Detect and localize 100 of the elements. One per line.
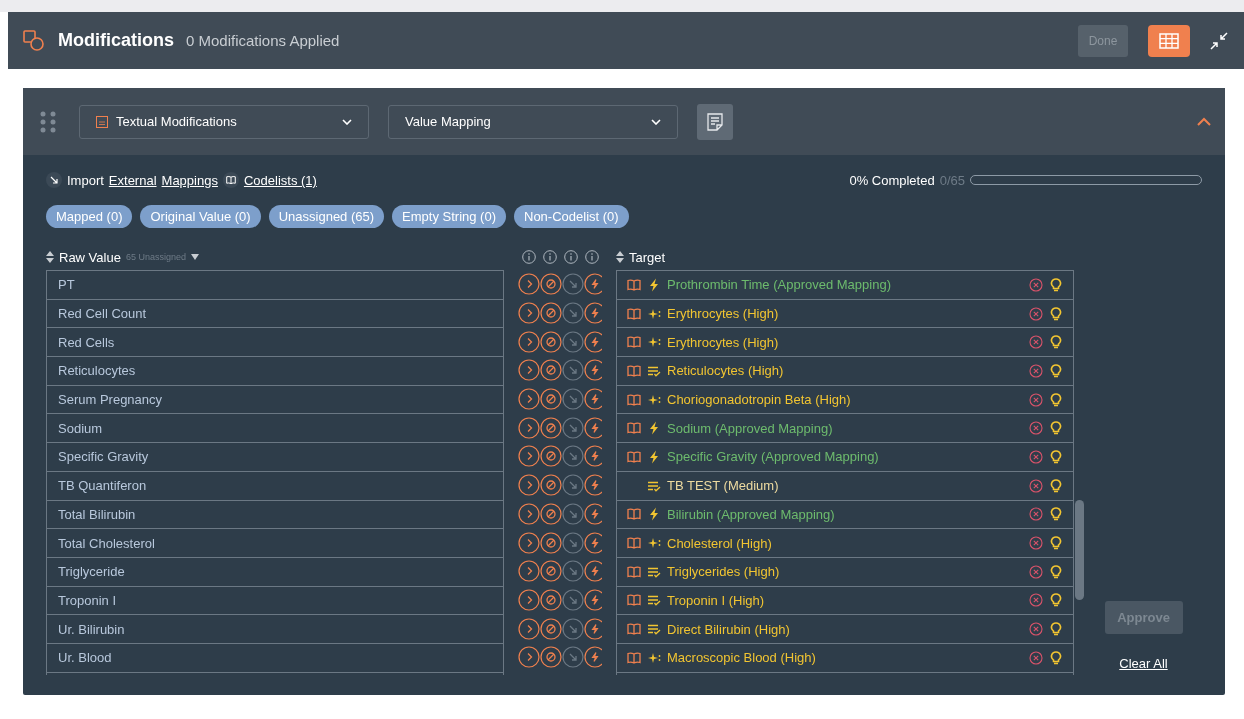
remove-icon[interactable] bbox=[1029, 622, 1043, 637]
drag-handle-icon[interactable] bbox=[40, 110, 56, 133]
bolt-action-button[interactable] bbox=[584, 502, 602, 525]
target-value[interactable]: Troponin I (High) bbox=[667, 592, 1023, 608]
lightbulb-icon[interactable] bbox=[1049, 335, 1063, 350]
next-action-button[interactable] bbox=[518, 617, 540, 640]
modification-type-dropdown[interactable]: Textual Modifications bbox=[79, 104, 369, 139]
empty-action-button[interactable] bbox=[540, 588, 562, 611]
next-action-button[interactable] bbox=[518, 646, 540, 669]
bolt-action-button[interactable] bbox=[584, 302, 602, 325]
remove-icon[interactable] bbox=[1029, 306, 1043, 321]
empty-action-button[interactable] bbox=[540, 302, 562, 325]
lightbulb-icon[interactable] bbox=[1049, 449, 1063, 464]
remove-icon[interactable] bbox=[1029, 478, 1043, 493]
bolt-action-button[interactable] bbox=[584, 588, 602, 611]
empty-action-button[interactable] bbox=[540, 474, 562, 497]
dropdown-icon[interactable] bbox=[190, 254, 199, 260]
bolt-action-button[interactable] bbox=[584, 617, 602, 640]
empty-action-button[interactable] bbox=[540, 388, 562, 411]
bolt-action-button[interactable] bbox=[584, 388, 602, 411]
lightbulb-icon[interactable] bbox=[1049, 650, 1063, 665]
bolt-action-button[interactable] bbox=[584, 445, 602, 468]
lightbulb-icon[interactable] bbox=[1049, 306, 1063, 321]
lightbulb-icon[interactable] bbox=[1049, 277, 1063, 292]
sort-icon[interactable] bbox=[46, 251, 54, 263]
target-value[interactable]: Choriogonadotropin Beta (High) bbox=[667, 392, 1023, 408]
next-action-button[interactable] bbox=[518, 359, 540, 382]
next-action-button[interactable] bbox=[518, 273, 540, 296]
remove-icon[interactable] bbox=[1029, 507, 1043, 522]
lightbulb-icon[interactable] bbox=[1049, 593, 1063, 608]
next-action-button[interactable] bbox=[518, 330, 540, 353]
target-value[interactable]: Direct Bilirubin (High) bbox=[667, 621, 1023, 637]
lightbulb-icon[interactable] bbox=[1049, 507, 1063, 522]
next-action-button[interactable] bbox=[518, 445, 540, 468]
scrollbar-thumb[interactable] bbox=[1075, 500, 1084, 600]
target-value[interactable]: Specific Gravity (Approved Mapping) bbox=[667, 449, 1023, 465]
target-value[interactable]: Erythrocytes (High) bbox=[667, 334, 1023, 350]
bolt-action-button[interactable] bbox=[584, 531, 602, 554]
remove-icon[interactable] bbox=[1029, 449, 1043, 464]
next-action-button[interactable] bbox=[518, 302, 540, 325]
sort-icon[interactable] bbox=[616, 251, 624, 263]
next-action-button[interactable] bbox=[518, 531, 540, 554]
remove-icon[interactable] bbox=[1029, 335, 1043, 350]
remove-icon[interactable] bbox=[1029, 277, 1043, 292]
codelists-link[interactable]: Codelists (1) bbox=[243, 172, 317, 188]
target-value[interactable]: Triglycerides (High) bbox=[667, 564, 1023, 580]
bolt-action-button[interactable] bbox=[584, 474, 602, 497]
clear-all-link[interactable]: Clear All bbox=[1119, 656, 1168, 671]
lightbulb-icon[interactable] bbox=[1049, 478, 1063, 493]
target-value[interactable]: Cholesterol (High) bbox=[667, 535, 1023, 551]
remove-icon[interactable] bbox=[1029, 593, 1043, 608]
bolt-action-button[interactable] bbox=[584, 416, 602, 439]
remove-icon[interactable] bbox=[1029, 536, 1043, 551]
lightbulb-icon[interactable] bbox=[1049, 536, 1063, 551]
bolt-action-button[interactable] bbox=[584, 646, 602, 669]
bolt-action-button[interactable] bbox=[584, 330, 602, 353]
bolt-action-button[interactable] bbox=[584, 273, 602, 296]
chevron-up-icon[interactable] bbox=[1197, 117, 1211, 126]
table-view-button[interactable] bbox=[1148, 24, 1190, 57]
empty-action-button[interactable] bbox=[540, 531, 562, 554]
remove-icon[interactable] bbox=[1029, 363, 1043, 378]
target-value[interactable]: Reticulocytes (High) bbox=[667, 363, 1023, 379]
bolt-action-button[interactable] bbox=[584, 560, 602, 583]
next-action-button[interactable] bbox=[518, 502, 540, 525]
empty-action-button[interactable] bbox=[540, 416, 562, 439]
next-action-button[interactable] bbox=[518, 388, 540, 411]
notes-button[interactable] bbox=[697, 103, 733, 140]
lightbulb-icon[interactable] bbox=[1049, 564, 1063, 579]
import-link[interactable]: External bbox=[108, 172, 157, 188]
progress-count: 0/65 bbox=[939, 172, 965, 188]
empty-action-button[interactable] bbox=[540, 445, 562, 468]
target-value[interactable]: Erythrocytes (High) bbox=[667, 306, 1023, 322]
target-value[interactable]: Bilirubin (Approved Mapping) bbox=[667, 506, 1023, 522]
next-action-button[interactable] bbox=[518, 560, 540, 583]
empty-action-button[interactable] bbox=[540, 646, 562, 669]
target-value[interactable]: TB TEST (Medium) bbox=[667, 478, 1023, 494]
empty-action-button[interactable] bbox=[540, 560, 562, 583]
target-value[interactable]: Prothrombin Time (Approved Mapping) bbox=[667, 277, 1023, 293]
mapping-type-dropdown[interactable]: Value Mapping bbox=[388, 104, 678, 139]
next-action-button[interactable] bbox=[518, 416, 540, 439]
target-value[interactable]: Sodium (Approved Mapping) bbox=[667, 420, 1023, 436]
empty-action-button[interactable] bbox=[540, 617, 562, 640]
empty-action-button[interactable] bbox=[540, 502, 562, 525]
remove-icon[interactable] bbox=[1029, 421, 1043, 436]
lightbulb-icon[interactable] bbox=[1049, 421, 1063, 436]
bolt-action-button[interactable] bbox=[584, 359, 602, 382]
next-action-button[interactable] bbox=[518, 588, 540, 611]
import-link[interactable]: Mappings bbox=[161, 172, 218, 188]
target-value[interactable]: Macroscopic Blood (High) bbox=[667, 650, 1023, 666]
lightbulb-icon[interactable] bbox=[1049, 392, 1063, 407]
remove-icon[interactable] bbox=[1029, 650, 1043, 665]
lightbulb-icon[interactable] bbox=[1049, 363, 1063, 378]
empty-action-button[interactable] bbox=[540, 273, 562, 296]
lightbulb-icon[interactable] bbox=[1049, 622, 1063, 637]
remove-icon[interactable] bbox=[1029, 564, 1043, 579]
empty-action-button[interactable] bbox=[540, 330, 562, 353]
collapse-icon[interactable] bbox=[1208, 29, 1230, 52]
remove-icon[interactable] bbox=[1029, 392, 1043, 407]
empty-action-button[interactable] bbox=[540, 359, 562, 382]
next-action-button[interactable] bbox=[518, 474, 540, 497]
